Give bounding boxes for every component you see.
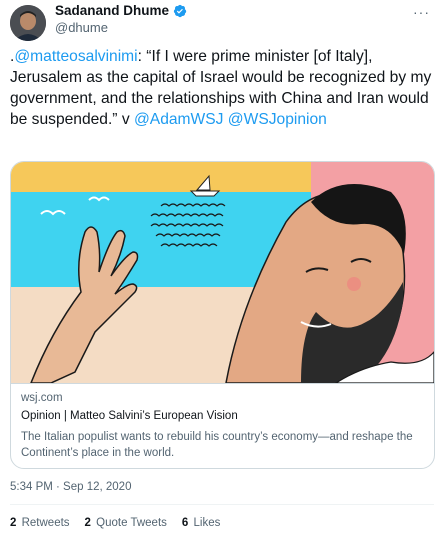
- engagement-stats: 2 Retweets 2 Quote Tweets 6 Likes: [10, 517, 220, 529]
- card-illustration-image: [11, 162, 434, 383]
- retweets-stat[interactable]: 2 Retweets: [10, 517, 70, 529]
- quotes-stat[interactable]: 2 Quote Tweets: [85, 517, 167, 529]
- likes-stat[interactable]: 6 Likes: [182, 517, 220, 529]
- card-description: The Italian populist wants to rebuild hi…: [21, 431, 413, 459]
- link-card[interactable]: wsj.com Opinion | Matteo Salvini’s Europ…: [10, 161, 435, 469]
- author-name[interactable]: Sadanand Dhume: [55, 3, 169, 18]
- author-handle[interactable]: @dhume: [55, 20, 108, 35]
- verified-badge-icon: [173, 4, 187, 17]
- card-title: Opinion | Matteo Salvini’s European Visi…: [21, 410, 238, 422]
- more-options-icon[interactable]: ···: [413, 4, 430, 20]
- card-meta[interactable]: wsj.com Opinion | Matteo Salvini’s Europ…: [11, 383, 434, 468]
- mention-link-2[interactable]: @AdamWSJ: [134, 111, 223, 128]
- quotes-label: Quote Tweets: [96, 517, 167, 529]
- quotes-count: 2: [84, 517, 91, 529]
- retweets-label: Retweets: [21, 517, 70, 529]
- tweet-text: .@matteosalvinimi: “If I were prime mini…: [10, 46, 435, 130]
- avatar-image: [10, 5, 46, 41]
- divider: [10, 504, 434, 505]
- mention-link-3[interactable]: @WSJopinion: [228, 111, 327, 128]
- retweets-count: 2: [10, 517, 17, 529]
- card-domain: wsj.com: [21, 392, 63, 404]
- likes-count: 6: [181, 517, 189, 529]
- mention-link[interactable]: @matteosalvinimi: [14, 48, 137, 65]
- tweet-timestamp[interactable]: 5:34 PM · Sep 12, 2020: [10, 481, 131, 493]
- author-name-row[interactable]: Sadanand Dhume: [55, 3, 187, 18]
- likes-label: Likes: [193, 517, 221, 529]
- avatar[interactable]: [10, 5, 46, 41]
